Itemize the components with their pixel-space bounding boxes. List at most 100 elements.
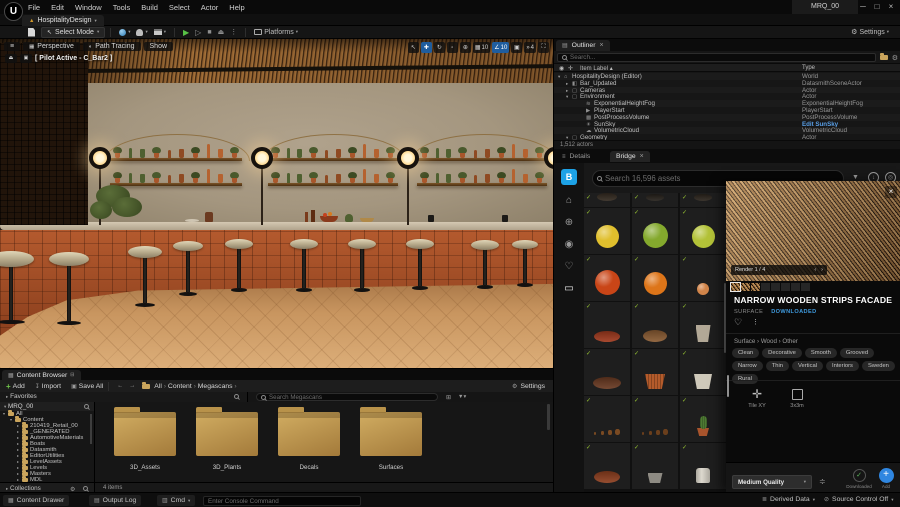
favorite-heart-icon[interactable]: ♡: [734, 317, 742, 328]
camera-speed-button[interactable]: »4: [524, 42, 536, 53]
rotate-tool-icon[interactable]: ↻: [434, 42, 445, 53]
local-assets-icon[interactable]: ▭: [554, 283, 584, 294]
asset-view-scrollbar[interactable]: [547, 404, 550, 430]
play-options-icon[interactable]: ⋮: [230, 28, 237, 36]
prev-render-icon[interactable]: ‹: [814, 267, 816, 273]
tag[interactable]: Narrow: [732, 361, 763, 371]
search-icon[interactable]: [83, 486, 88, 491]
tile-xy-option[interactable]: ✛ Tile XY: [740, 387, 774, 409]
home-icon[interactable]: ⌂: [554, 195, 584, 206]
unreal-logo[interactable]: U: [4, 2, 23, 21]
path-breadcrumb[interactable]: All › Content › Megascans ›: [154, 383, 236, 390]
preview-thumb[interactable]: [731, 283, 740, 291]
more-options-icon[interactable]: ⋮: [752, 318, 759, 326]
add-button[interactable]: + Add: [872, 468, 900, 489]
menu-help[interactable]: Help: [229, 3, 244, 12]
visibility-column-icon[interactable]: ◉: [559, 65, 564, 72]
tag[interactable]: Grooved: [840, 348, 874, 358]
world-space-icon[interactable]: ⊕: [460, 42, 471, 53]
asset-thumbnail[interactable]: ✓: [632, 396, 678, 442]
eject-pilot-button[interactable]: ⏏: [5, 54, 17, 63]
close-button[interactable]: ×: [884, 0, 898, 14]
category-breadcrumb[interactable]: Surface › Wood › Other: [734, 338, 798, 345]
cinematics-dropdown[interactable]: ▾: [154, 29, 166, 35]
filter-icon[interactable]: ▼▾: [458, 394, 466, 400]
page-icon[interactable]: [28, 28, 35, 37]
level-asset-tab[interactable]: ▲ HospitalityDesign ▾: [22, 15, 104, 26]
menu-select[interactable]: Select: [169, 3, 190, 12]
asset-thumbnail[interactable]: ✓: [680, 193, 726, 207]
scale-tool-icon[interactable]: ▫: [447, 42, 458, 53]
play-button[interactable]: ▶: [183, 28, 189, 37]
tag[interactable]: Thin: [766, 361, 789, 371]
filter-icon[interactable]: ▼: [852, 174, 859, 181]
gear-icon[interactable]: ⚙: [892, 54, 898, 62]
outliner-row[interactable]: ▸▢CamerasActor: [554, 87, 900, 94]
forward-icon[interactable]: →: [129, 383, 135, 389]
close-icon[interactable]: ×: [885, 186, 897, 198]
maximize-button[interactable]: □: [870, 0, 884, 14]
outliner-row[interactable]: ▾⌂HospitalityDesign (Editor)World: [554, 73, 900, 80]
asset-thumbnail[interactable]: ✓: [680, 255, 726, 301]
asset-thumbnail[interactable]: ✓: [584, 443, 630, 489]
eject-button[interactable]: ⏏: [218, 28, 225, 36]
quality-select[interactable]: Medium Quality ▾: [732, 475, 812, 489]
preview-thumbnails[interactable]: [731, 283, 810, 291]
tag[interactable]: Sweden: [862, 361, 895, 371]
settings-dropdown[interactable]: ⚙ Settings▾: [851, 28, 889, 36]
details-tab[interactable]: ≡Details: [556, 151, 596, 162]
content-drawer-button[interactable]: ▦Content Drawer: [3, 495, 69, 506]
pin-column-icon[interactable]: ✛: [568, 65, 573, 72]
outliner-row[interactable]: ☁VolumetricCloudVolumetricCloud: [554, 127, 900, 134]
select-mode-dropdown[interactable]: ↖ Select Mode ▾: [41, 27, 105, 38]
save-all-button[interactable]: ▣Save All: [71, 383, 103, 390]
asset-thumbnail[interactable]: ✓: [680, 302, 726, 348]
tag[interactable]: Interiors: [826, 361, 859, 371]
search-icon[interactable]: [84, 404, 89, 409]
outliner-row-sunsky[interactable]: ☀SunSkyEdit SunSky: [554, 121, 900, 128]
add-button[interactable]: +Add: [6, 382, 25, 391]
tag[interactable]: Smooth: [805, 348, 837, 358]
blueprints-dropdown[interactable]: ▾: [136, 29, 147, 36]
asset-thumbnail[interactable]: ✓: [680, 443, 726, 489]
create-dropdown[interactable]: ▾: [119, 29, 130, 36]
asset-thumbnail[interactable]: ✓: [632, 255, 678, 301]
source-root-header[interactable]: ▾ MRQ_00: [0, 402, 94, 411]
close-icon[interactable]: ×: [640, 153, 644, 160]
tag[interactable]: Vertical: [792, 361, 823, 371]
perspective-dropdown[interactable]: ▦Perspective: [23, 42, 80, 51]
menu-build[interactable]: Build: [141, 3, 158, 12]
select-tool-icon[interactable]: ↖: [408, 42, 419, 53]
preview-thumb[interactable]: [751, 283, 760, 291]
asset-thumbnail[interactable]: ✓: [632, 443, 678, 489]
outliner-row[interactable]: ▶PlayerStartPlayerStart: [554, 107, 900, 114]
preview-thumb[interactable]: [771, 283, 780, 291]
outliner-tab[interactable]: ▤ Outliner×: [556, 40, 610, 51]
view-mode-dropdown[interactable]: ◐Path Tracing: [83, 42, 141, 51]
menu-tools[interactable]: Tools: [113, 3, 131, 12]
menu-file[interactable]: File: [28, 3, 40, 12]
asset-thumbnail[interactable]: ✓: [680, 396, 726, 442]
type-column[interactable]: Type: [802, 65, 815, 71]
outliner-row[interactable]: ▾▢EnvironmentActor: [554, 93, 900, 100]
content-browser-tab[interactable]: ▦ Content Browser ⊟: [2, 370, 81, 380]
asset-thumbnail[interactable]: ✓: [680, 208, 726, 254]
scale-snap-toggle[interactable]: ▣: [511, 42, 522, 53]
menu-actor[interactable]: Actor: [201, 3, 219, 12]
cmd-dropdown[interactable]: ▥Cmd▾: [157, 495, 195, 506]
frame-skip-button[interactable]: ▷: [195, 28, 201, 37]
stop-button[interactable]: ■: [207, 29, 211, 36]
asset-thumbnail[interactable]: ✓: [584, 208, 630, 254]
cb-search[interactable]: [256, 393, 438, 401]
preview-thumb[interactable]: [761, 283, 770, 291]
export-settings-icon[interactable]: ≑: [819, 477, 826, 486]
render-pager[interactable]: Render 1 / 4 ‹ ›: [731, 265, 827, 275]
bridge-tab[interactable]: Bridge×: [610, 151, 650, 162]
source-control-button[interactable]: ⊘Source Control Off▾: [824, 496, 893, 503]
asset-thumbnail[interactable]: ✓: [584, 349, 630, 395]
minimize-button[interactable]: ─: [856, 0, 870, 14]
grid-snap-toggle[interactable]: ▦10: [473, 42, 490, 53]
preview-thumb[interactable]: [791, 283, 800, 291]
next-render-icon[interactable]: ›: [821, 267, 823, 273]
bridge-logo[interactable]: B: [561, 169, 577, 185]
